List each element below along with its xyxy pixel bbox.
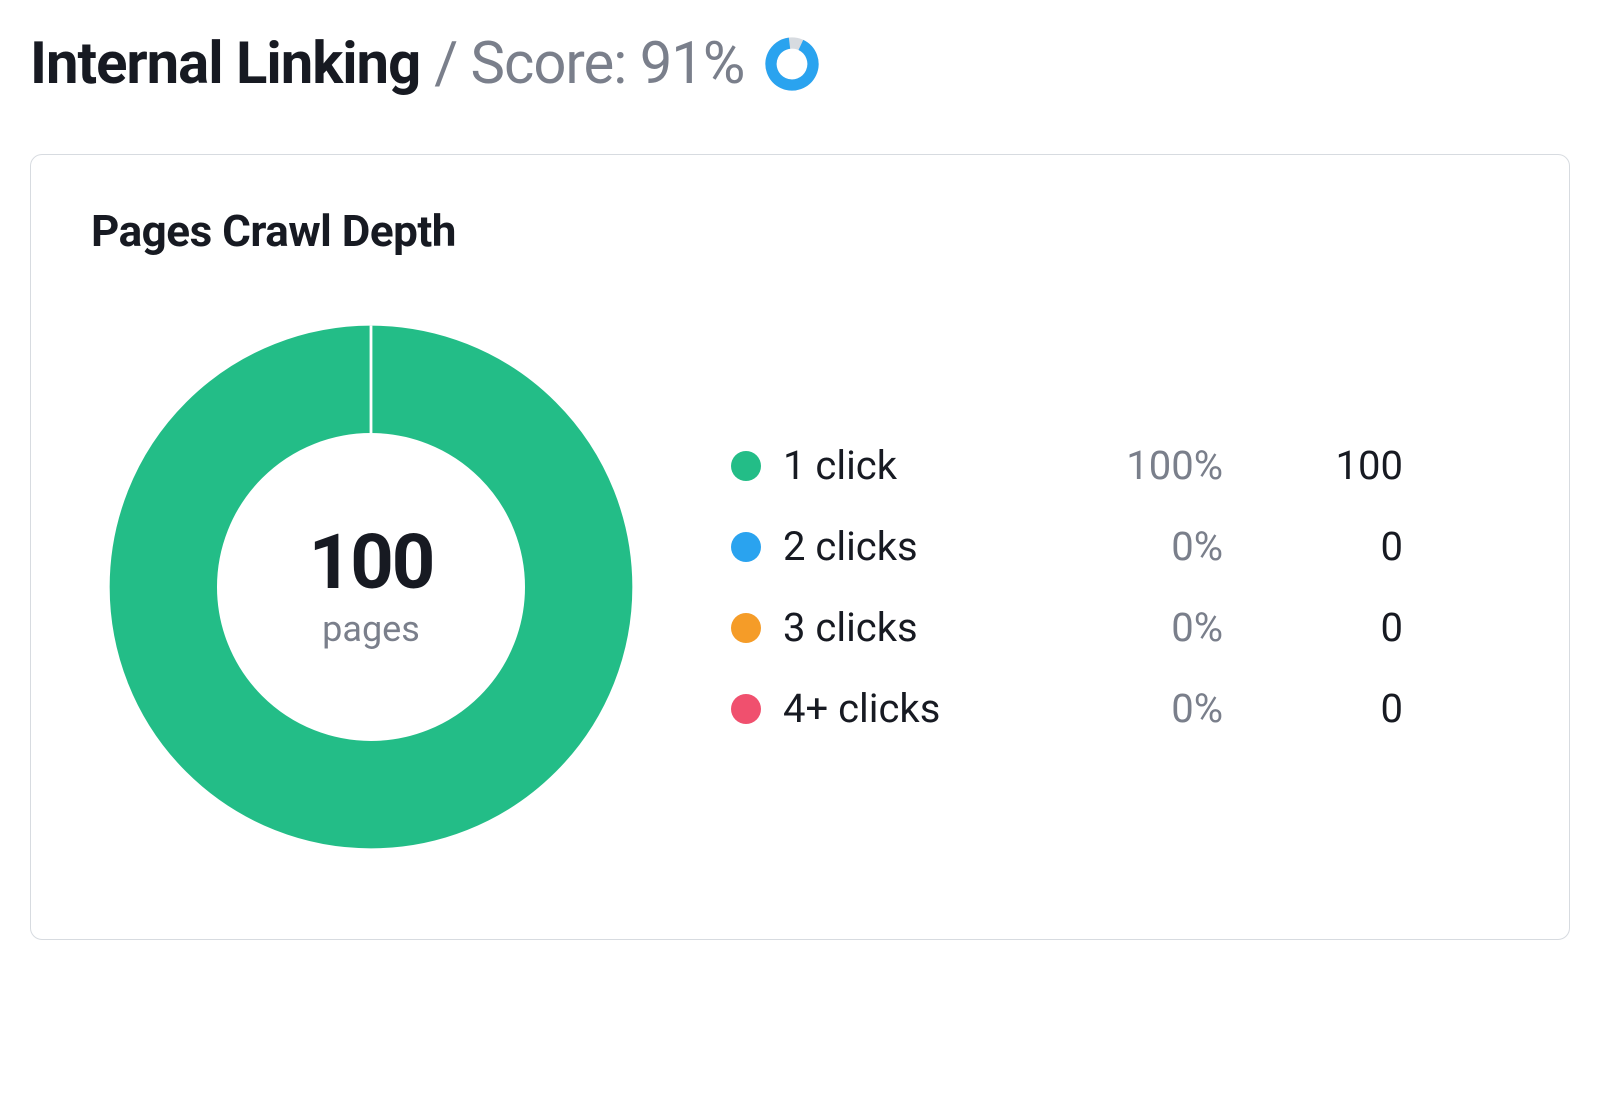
legend-item-pct: 0% <box>1023 685 1223 732</box>
crawl-depth-card: Pages Crawl Depth 100 pages 1 click100%1… <box>30 154 1570 940</box>
donut-chart: 100 pages <box>91 307 651 867</box>
legend-dot-icon <box>731 694 761 724</box>
donut-center-number: 100 <box>309 524 434 600</box>
legend-item-name: 3 clicks <box>783 604 1023 651</box>
chart-body: 100 pages 1 click100%1002 clicks0%03 cli… <box>91 307 1509 867</box>
card-title: Pages Crawl Depth <box>91 205 1509 257</box>
section-title: Internal Linking <box>30 30 420 98</box>
legend-row: 2 clicks0%0 <box>731 523 1509 570</box>
legend-row: 1 click100%100 <box>731 442 1509 489</box>
score-ring-icon <box>764 36 820 92</box>
donut-center: 100 pages <box>91 307 651 867</box>
legend-item-pct: 0% <box>1023 523 1223 570</box>
legend-item-count: 0 <box>1223 604 1403 651</box>
legend-item-count: 0 <box>1223 685 1403 732</box>
legend: 1 click100%1002 clicks0%03 clicks0%04+ c… <box>731 442 1509 732</box>
legend-dot-icon <box>731 613 761 643</box>
legend-item-pct: 0% <box>1023 604 1223 651</box>
legend-item-name: 1 click <box>783 442 1023 489</box>
donut-center-label: pages <box>322 608 420 650</box>
legend-item-name: 2 clicks <box>783 523 1023 570</box>
legend-item-count: 100 <box>1223 442 1403 489</box>
legend-dot-icon <box>731 451 761 481</box>
legend-row: 3 clicks0%0 <box>731 604 1509 651</box>
section-header: Internal Linking / Score: 91% <box>30 30 1570 98</box>
section-score-label: / Score: 91% <box>434 30 744 98</box>
legend-item-name: 4+ clicks <box>783 685 1023 732</box>
legend-item-count: 0 <box>1223 523 1403 570</box>
legend-item-pct: 100% <box>1023 442 1223 489</box>
legend-dot-icon <box>731 532 761 562</box>
legend-row: 4+ clicks0%0 <box>731 685 1509 732</box>
